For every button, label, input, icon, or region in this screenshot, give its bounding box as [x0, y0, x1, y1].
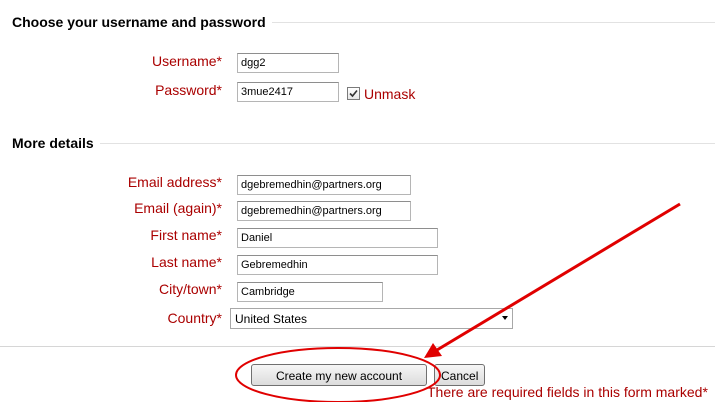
city-label: City/town*	[158, 281, 222, 297]
email-again-input[interactable]: dgebremedhin@partners.org	[237, 201, 411, 221]
unmask-label[interactable]: Unmask	[364, 86, 415, 102]
first-name-label: First name*	[150, 227, 222, 243]
chevron-down-icon	[502, 316, 508, 320]
unmask-checkbox[interactable]	[347, 87, 360, 100]
email-label: Email address*	[127, 174, 222, 190]
country-label: Country*	[167, 310, 222, 326]
city-input[interactable]: Cambridge	[237, 282, 383, 302]
last-name-label: Last name*	[151, 254, 222, 270]
country-select[interactable]: United States	[230, 308, 513, 329]
cancel-button[interactable]: Cancel	[434, 364, 485, 386]
section-title-details: More details	[12, 135, 100, 151]
last-name-input[interactable]: Gebremedhin	[237, 255, 438, 275]
first-name-input[interactable]: Daniel	[237, 228, 438, 248]
email-input[interactable]: dgebremedhin@partners.org	[237, 175, 411, 195]
password-input[interactable]: 3mue2417	[237, 82, 339, 102]
required-fields-note: There are required fields in this form m…	[427, 384, 708, 400]
section-divider	[12, 143, 715, 144]
password-label: Password*	[155, 82, 222, 98]
create-account-button[interactable]: Create my new account	[251, 364, 427, 386]
footer-divider	[0, 346, 715, 347]
signup-form-page: Choose your username and password Userna…	[0, 0, 715, 402]
username-input[interactable]: dgg2	[237, 53, 339, 73]
checkmark-icon	[349, 89, 358, 98]
country-select-value: United States	[235, 312, 308, 326]
email-again-label: Email (again)*	[134, 200, 222, 216]
username-label: Username*	[151, 53, 222, 69]
section-title-account: Choose your username and password	[12, 14, 272, 30]
